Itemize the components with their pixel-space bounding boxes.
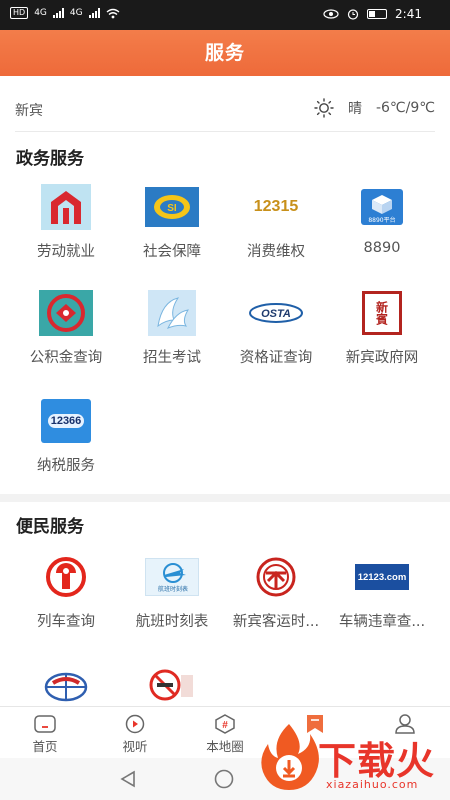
flame-logo-icon xyxy=(261,724,319,790)
weather-condition: 晴 xyxy=(347,101,362,117)
grid-item-tax[interactable]: 12366 纳税服务 xyxy=(10,398,122,475)
back-icon[interactable] xyxy=(120,770,136,788)
grid-item-xinbin-gov[interactable]: 新賓 新宾政府网 xyxy=(326,290,438,367)
signal-icon-2 xyxy=(88,8,100,18)
svg-text:SI: SI xyxy=(167,203,177,214)
enrollment-exam-icon xyxy=(144,290,200,336)
labor-employment-icon xyxy=(38,184,94,230)
grid-item-no-smoking[interactable] xyxy=(116,662,228,708)
osta-icon: OSTA xyxy=(248,290,304,336)
section-divider xyxy=(0,494,450,502)
icon-text: 新賓 xyxy=(374,301,389,325)
grid-label: 新宾客运时... xyxy=(232,614,320,630)
icon-text: 12315 xyxy=(253,198,299,215)
grid-label: 航班时刻表 xyxy=(135,614,209,630)
grid-label: 纳税服务 xyxy=(37,458,95,474)
globe-logo-icon xyxy=(38,662,94,708)
grid-label: 劳动就业 xyxy=(37,244,95,260)
grid-item-train[interactable]: 列车查询 xyxy=(10,554,122,631)
tab-label: 本地圈 xyxy=(206,739,244,754)
network-label-1: 4G xyxy=(34,8,47,18)
weather-row: 新宾 晴 -6℃/9℃ xyxy=(15,88,435,132)
grid-item-violation[interactable]: 12123.com 车辆违章查... xyxy=(326,554,438,631)
eye-icon xyxy=(323,9,339,19)
page-title: 服务 xyxy=(0,30,450,76)
grid-item-enrollment-exam[interactable]: 招生考试 xyxy=(116,290,228,367)
play-icon xyxy=(125,714,145,734)
bus-transport-icon xyxy=(248,554,304,600)
grid-label: 公积金查询 xyxy=(29,350,103,366)
icon-text: 航班时刻表 xyxy=(157,586,188,593)
icon-text: 8890平台 xyxy=(368,217,396,224)
tab-video[interactable]: 视听 xyxy=(90,707,180,759)
vehicle-violation-12123-icon: 12123.com xyxy=(354,554,410,600)
grid-item-consumer-rights[interactable]: 12315 消费维权 xyxy=(220,184,332,261)
status-bar: HD 4G 4G 2:41 xyxy=(0,0,450,30)
hashtag-icon: # xyxy=(215,714,235,734)
grid-item-8890[interactable]: 8890平台 8890 xyxy=(326,184,438,256)
svg-text:#: # xyxy=(222,720,228,731)
status-left: HD 4G 4G xyxy=(10,7,120,19)
housing-fund-icon xyxy=(38,290,94,336)
home-button-icon[interactable] xyxy=(214,769,234,789)
signal-icon xyxy=(52,8,64,18)
tab-home[interactable]: 首页 xyxy=(0,707,90,759)
network-label-2: 4G xyxy=(69,8,83,18)
clock: 2:41 xyxy=(395,7,422,21)
no-smoking-icon xyxy=(144,662,200,708)
tab-label: 首页 xyxy=(32,739,58,754)
sun-icon xyxy=(314,98,334,118)
xinbin-gov-icon: 新賓 xyxy=(354,290,410,336)
section-title-convenience: 便民服务 xyxy=(16,517,84,537)
icon-text: 12123.com xyxy=(357,571,407,583)
hd-indicator: HD xyxy=(10,7,29,19)
battery-icon xyxy=(367,9,388,19)
weather-temperature: -6℃/9℃ xyxy=(375,100,435,116)
grid-item-labor[interactable]: 劳动就业 xyxy=(10,184,122,261)
grid-label: 8890 xyxy=(363,240,401,256)
city-label[interactable]: 新宾 xyxy=(15,100,43,120)
8890-platform-icon: 8890平台 xyxy=(354,184,410,230)
grid-label: 列车查询 xyxy=(37,614,95,630)
grid-item-bus[interactable]: 新宾客运时... xyxy=(220,554,332,631)
flight-schedule-icon: 航班时刻表 xyxy=(144,554,200,600)
consumer-rights-12315-icon: 12315 xyxy=(248,184,304,230)
grid-label: 资格证查询 xyxy=(239,350,313,366)
section-title-government: 政务服务 xyxy=(16,149,84,169)
grid-label: 社会保障 xyxy=(143,244,201,260)
icon-text: 12366 xyxy=(47,414,85,428)
grid-label: 招生考试 xyxy=(143,350,201,366)
icon-text: OSTA xyxy=(261,308,291,320)
weather-info: 晴 -6℃/9℃ xyxy=(314,98,435,118)
wifi-icon xyxy=(106,8,120,18)
grid-item-certificate[interactable]: OSTA 资格证查询 xyxy=(220,290,332,367)
grid-item-flight[interactable]: 航班时刻表 航班时刻表 xyxy=(116,554,228,631)
social-security-icon: SI xyxy=(144,184,200,230)
grid-item-globe[interactable] xyxy=(10,662,122,708)
watermark: 下载火 xiazaihuo.com xyxy=(254,716,450,800)
grid-item-social-security[interactable]: SI 社会保障 xyxy=(116,184,228,261)
status-right: 2:41 xyxy=(323,7,422,21)
alarm-icon xyxy=(347,9,359,20)
railway-icon xyxy=(38,554,94,600)
grid-label: 消费维权 xyxy=(247,244,305,260)
tab-label: 视听 xyxy=(122,739,148,754)
grid-item-housing-fund[interactable]: 公积金查询 xyxy=(10,290,122,367)
watermark-text: 下载火 xyxy=(318,739,436,783)
home-icon xyxy=(34,715,56,733)
tax-service-icon: 12366 xyxy=(38,398,94,444)
grid-label: 新宾政府网 xyxy=(345,350,419,366)
grid-label: 车辆违章查... xyxy=(338,614,426,630)
watermark-url: xiazaihuo.com xyxy=(326,778,419,791)
